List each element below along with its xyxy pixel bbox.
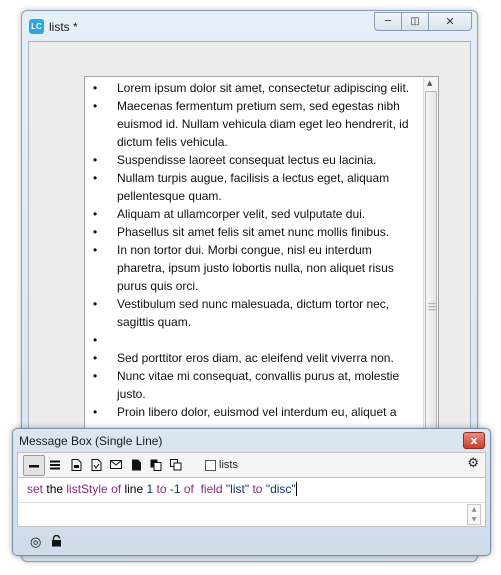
list-item: Lorem ipsum dolor sit amet, consectetur …	[91, 79, 420, 97]
message-box-window: Message Box (Single Line) x lists ⚙ set …	[12, 428, 491, 556]
message-path-icon	[170, 458, 182, 470]
list-item: Sed porttitor eros diam, ac eleifend vel…	[91, 349, 420, 367]
token-number-1: 1	[146, 482, 154, 496]
token-liststyle: listStyle	[66, 482, 108, 496]
token-value: "disc"	[265, 482, 296, 496]
close-button[interactable]: ✕	[428, 12, 472, 31]
list-item: Suspendisse laoreet consequat lectus eu …	[91, 151, 420, 169]
window-title: lists *	[49, 20, 78, 34]
single-line-button[interactable]	[23, 455, 45, 476]
token-to-2: to	[252, 482, 263, 496]
scroll-up-icon[interactable]: ▲	[472, 506, 477, 513]
token-of-2: of	[183, 482, 194, 496]
list-item: Aliquam at ullamcorper velit, sed vulput…	[91, 205, 420, 223]
single-line-icon	[29, 464, 39, 467]
scroll-up-icon[interactable]: ▲	[427, 79, 432, 87]
scroll-thumb[interactable]: — — —	[425, 91, 437, 453]
token-of: of	[111, 482, 122, 496]
scroll-down-icon[interactable]: ▼	[472, 516, 477, 523]
pending-messages-button[interactable]	[106, 455, 126, 474]
list-field[interactable]: Lorem ipsum dolor sit amet, consectetur …	[84, 76, 439, 478]
maximize-icon: ◫	[410, 16, 420, 27]
token-to: to	[156, 482, 167, 496]
list-item: Nullam turpis augue, facilisis a lectus …	[91, 169, 420, 205]
token-the: the	[46, 482, 64, 496]
pending-messages-icon	[110, 460, 122, 469]
back-scripts-button[interactable]	[146, 455, 166, 474]
list-item: Maecenas fermentum pretium sem, sed eges…	[91, 97, 420, 151]
token-field: field	[200, 482, 223, 496]
input-divider	[18, 502, 485, 503]
back-scripts-icon	[150, 459, 162, 471]
minimize-icon: ─	[384, 16, 392, 27]
global-properties-icon	[71, 458, 81, 471]
token-set: set	[27, 482, 44, 496]
token-number-2: -1	[169, 482, 181, 496]
list-item: Proin libero dolor, euismod vel interdum…	[91, 403, 420, 421]
close-icon: x	[470, 434, 478, 447]
message-path-button[interactable]	[166, 455, 186, 474]
list-item	[91, 331, 420, 349]
front-scripts-button[interactable]	[126, 455, 146, 474]
message-box-status-bar: ◎	[13, 531, 490, 555]
maximize-button[interactable]: ◫	[401, 12, 429, 31]
title-bar[interactable]: LC lists * ─ ◫ ✕	[22, 11, 477, 41]
vertical-scrollbar[interactable]: ▲ — — —	[423, 77, 438, 477]
minimize-button[interactable]: ─	[374, 12, 402, 31]
global-properties-button[interactable]	[66, 455, 86, 474]
command-input[interactable]: set the listStyle of line 1 to -1 of fie…	[17, 477, 486, 527]
stack-tab-label: lists	[219, 459, 238, 471]
global-variables-icon	[91, 458, 101, 471]
message-box-close-button[interactable]: x	[463, 432, 485, 449]
text-caret	[295, 482, 297, 496]
gear-icon[interactable]: ⚙	[467, 456, 479, 471]
list-item: Nunc vitae mi consequat, convallis purus…	[91, 367, 420, 403]
multi-line-button[interactable]	[45, 455, 65, 474]
token-field-name: "list"	[225, 482, 250, 496]
message-box-toolbar: lists ⚙	[17, 452, 486, 478]
results-scroll-arrows[interactable]: ▲ ▼	[467, 504, 481, 525]
token-line: line	[124, 482, 144, 496]
command-text: set the listStyle of line 1 to -1 of fie…	[27, 482, 297, 496]
multi-line-icon	[50, 460, 60, 469]
front-scripts-icon	[131, 459, 141, 470]
list-item: Phasellus sit amet felis sit amet nunc m…	[91, 223, 420, 241]
grip-icon: — — —	[428, 299, 436, 314]
list-item: In non tortor dui. Morbi congue, nisl eu…	[91, 241, 420, 295]
global-variables-button[interactable]	[86, 455, 106, 474]
livecode-app-icon: LC	[29, 19, 44, 34]
lock-icon[interactable]	[51, 534, 62, 550]
caption-buttons: ─ ◫ ✕	[374, 12, 472, 31]
list-item: Vestibulum sed nunc malesuada, dictum to…	[91, 295, 420, 331]
close-icon: ✕	[445, 15, 455, 28]
stack-tab-lists[interactable]: lists	[205, 456, 238, 474]
target-icon[interactable]: ◎	[30, 535, 41, 550]
message-box-title: Message Box (Single Line)	[19, 434, 163, 448]
bullet-list: Lorem ipsum dolor sit amet, consectetur …	[85, 77, 438, 421]
stack-checkbox[interactable]	[205, 459, 216, 471]
